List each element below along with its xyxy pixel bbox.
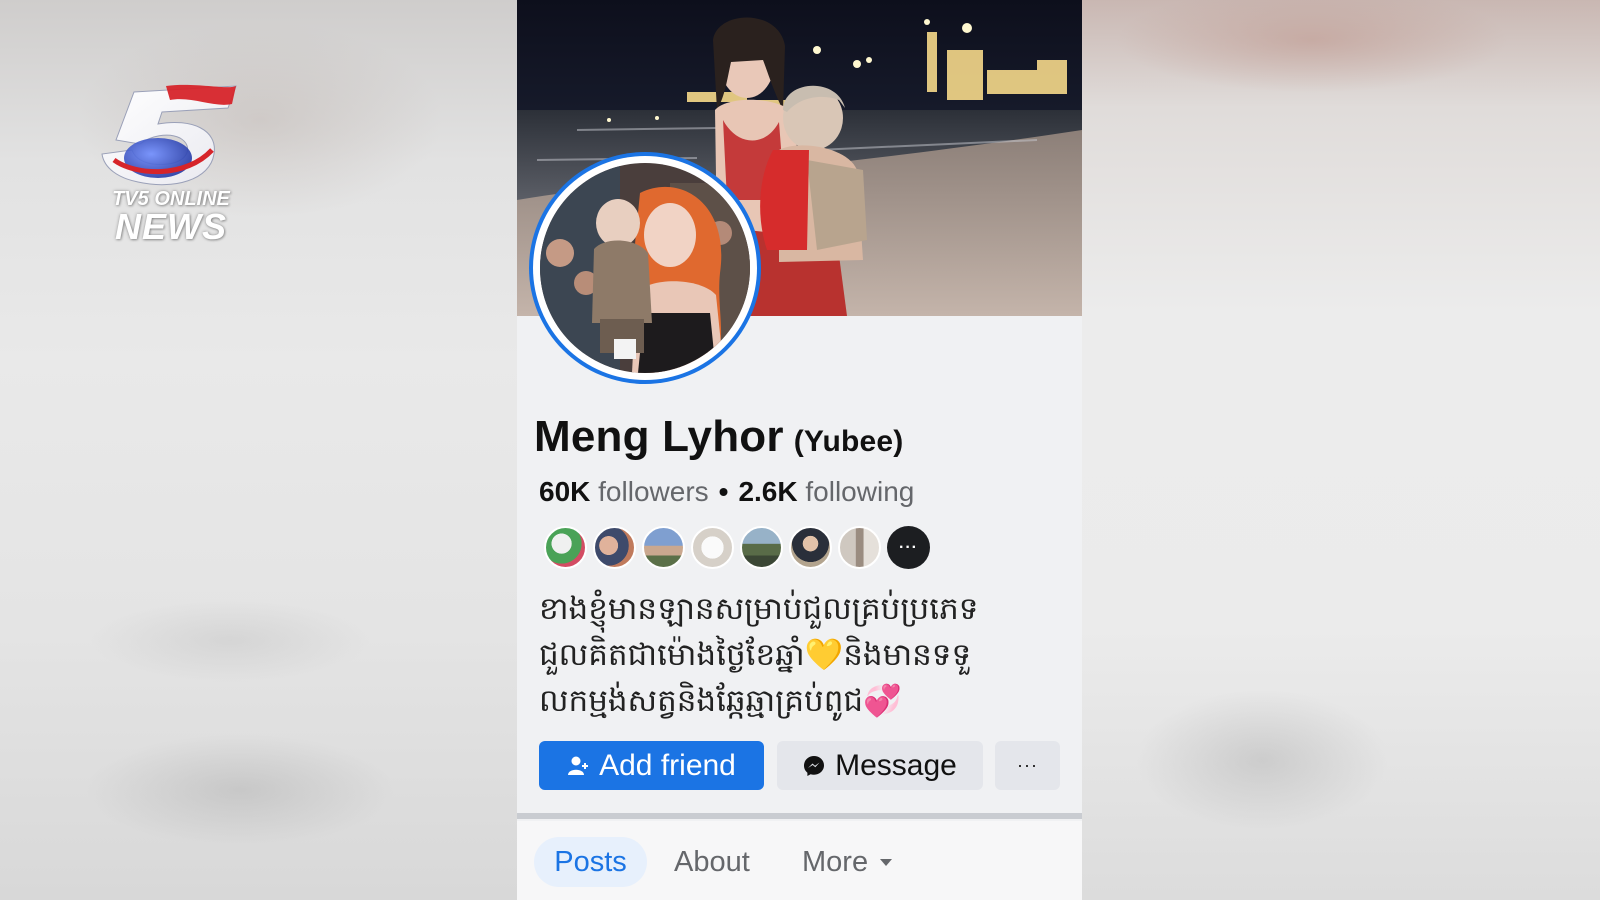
followers-label: followers <box>598 476 709 507</box>
add-friend-button[interactable]: Add friend <box>539 741 764 790</box>
tab-about[interactable]: About <box>674 837 750 887</box>
tab-posts[interactable]: Posts <box>534 837 647 887</box>
bio-line: ខាងខ្ញុំមានឡានសម្រាប់ជួលគ្រប់ប្រភេទ <box>539 591 979 627</box>
following-label: following <box>805 476 915 507</box>
mutual-friend-avatar[interactable] <box>544 526 587 569</box>
mutual-friends-row: ··· <box>544 526 930 570</box>
mutual-friend-avatar[interactable] <box>593 526 636 569</box>
follow-stats: 60K followers • 2.6K following <box>539 476 914 508</box>
tv5-number-five-logo-icon <box>101 84 237 186</box>
section-divider <box>517 813 1082 819</box>
profile-name-text: Meng Lyhor <box>534 412 784 461</box>
blurred-background-left <box>0 0 517 900</box>
followers-count: 60K <box>539 476 591 507</box>
profile-tabs: Posts About More <box>517 821 1082 900</box>
blurred-background-right <box>1082 0 1600 900</box>
mutual-friend-avatar[interactable] <box>838 526 881 569</box>
bio-line: លកម្មង់សត្វនិងឆ្កែឆ្មាគ្រប់ពូជ💞 <box>539 683 902 719</box>
bio-line: ជួលគិតជាម៉ោងថ្ងៃខែឆ្នាំ💛និងមានទទួ <box>539 637 972 673</box>
message-button[interactable]: Message <box>777 741 983 790</box>
profile-avatar[interactable] <box>529 152 761 384</box>
followers-link[interactable]: 60K followers <box>539 476 709 507</box>
add-friend-label: Add friend <box>599 748 736 782</box>
caret-down-icon <box>880 858 893 866</box>
facebook-profile-screen: Meng Lyhor (Yubee) 60K followers • 2.6K fol… <box>517 0 1082 900</box>
profile-nickname: (Yubee) <box>793 425 904 458</box>
mutual-friend-avatar[interactable] <box>642 526 685 569</box>
channel-subtitle: NEWS <box>115 206 227 247</box>
profile-name: Meng Lyhor (Yubee) <box>534 412 903 462</box>
more-mutuals-button[interactable]: ··· <box>887 526 930 569</box>
tv5-logo: TV5 ONLINE NEWS <box>96 84 246 247</box>
message-label: Message <box>835 748 957 782</box>
tab-more-label: More <box>802 845 869 878</box>
more-actions-button[interactable]: ··· <box>995 741 1060 790</box>
add-friend-icon <box>567 755 589 777</box>
following-count: 2.6K <box>738 476 798 507</box>
stats-separator: • <box>718 476 729 507</box>
profile-bio: ខាងខ្ញុំមានឡានសម្រាប់ជួលគ្រប់ប្រភេទ ជួលគ… <box>539 586 1059 724</box>
mutual-friend-avatar[interactable] <box>789 526 832 569</box>
messenger-icon <box>803 755 825 777</box>
mutual-friend-avatar[interactable] <box>740 526 783 569</box>
tab-more[interactable]: More <box>802 837 893 887</box>
following-link[interactable]: 2.6K following <box>738 476 914 507</box>
avatar-photo <box>540 163 750 373</box>
mutual-friend-avatar[interactable] <box>691 526 734 569</box>
